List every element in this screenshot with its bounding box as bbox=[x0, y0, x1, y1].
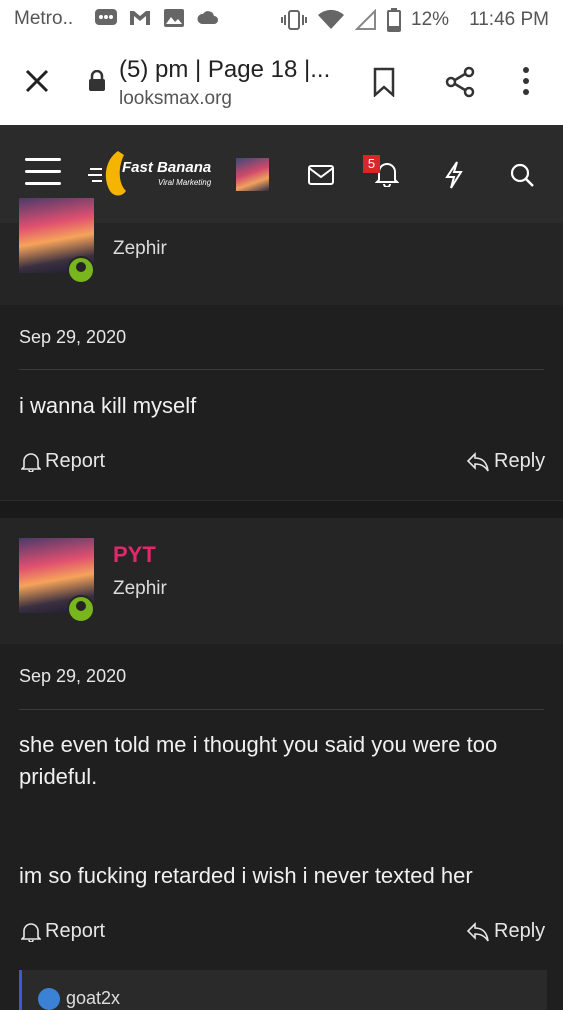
image-icon bbox=[164, 9, 184, 27]
lightning-icon[interactable] bbox=[444, 161, 464, 189]
wifi-icon bbox=[318, 9, 345, 29]
report-button[interactable]: Report bbox=[21, 920, 105, 943]
signal-icon bbox=[355, 9, 377, 30]
post-message-line: she even told me i thought you said you … bbox=[19, 732, 498, 789]
reply-button[interactable]: Reply bbox=[466, 450, 545, 473]
notification-icons bbox=[94, 7, 220, 29]
gmail-icon bbox=[130, 11, 150, 25]
bell-icon bbox=[21, 922, 41, 942]
user-title: Zephir bbox=[113, 578, 167, 599]
notification-badge: 5 bbox=[363, 155, 380, 173]
divider bbox=[19, 709, 544, 710]
report-button[interactable]: Report bbox=[21, 450, 105, 473]
post-header: Zephir bbox=[0, 198, 563, 305]
bell-icon bbox=[21, 452, 41, 472]
site-logo[interactable]: Fast Banana Viral Marketing bbox=[88, 147, 220, 199]
reply-button[interactable]: Reply bbox=[466, 920, 545, 943]
report-label: Report bbox=[45, 920, 106, 942]
divider bbox=[19, 369, 544, 370]
clock: 11:46 PM bbox=[469, 9, 549, 30]
menu-icon[interactable] bbox=[25, 158, 61, 188]
quote-author: goat2x bbox=[66, 988, 121, 1008]
browser-toolbar: (5) pm | Page 18 |... looksmax.org bbox=[0, 38, 563, 125]
more-icon[interactable] bbox=[520, 66, 532, 96]
online-status-icon bbox=[67, 256, 95, 284]
account-avatar[interactable] bbox=[236, 158, 269, 191]
post-header: PYT Zephir bbox=[0, 518, 563, 644]
battery-level: 12% bbox=[411, 9, 450, 30]
logo-tagline: Viral Marketing bbox=[158, 178, 212, 187]
reply-label: Reply bbox=[494, 920, 546, 942]
chat-icon bbox=[95, 9, 117, 25]
post-message-line: im so fucking retarded i wish i never te… bbox=[19, 863, 473, 888]
share-icon[interactable] bbox=[444, 66, 476, 98]
bookmark-icon[interactable] bbox=[372, 67, 396, 97]
inbox-icon[interactable] bbox=[308, 165, 334, 185]
logo-name: Fast Banana bbox=[122, 159, 212, 176]
report-label: Report bbox=[45, 450, 106, 472]
battery-icon bbox=[387, 8, 402, 32]
post-pointer bbox=[42, 293, 70, 305]
reply-icon bbox=[466, 921, 489, 941]
post-message: i wanna kill myself bbox=[19, 393, 197, 418]
carrier-label: Metro.. bbox=[14, 8, 74, 29]
user-title: Zephir bbox=[113, 238, 167, 259]
quote-block[interactable]: goat2x bbox=[19, 970, 547, 1010]
page-title: (5) pm | Page 18 |... bbox=[119, 56, 331, 83]
search-icon[interactable] bbox=[509, 162, 535, 188]
post-separator bbox=[0, 500, 563, 519]
post-pointer bbox=[42, 632, 70, 644]
post-date[interactable]: Sep 29, 2020 bbox=[19, 327, 126, 348]
cloud-icon bbox=[197, 11, 218, 24]
post-message: she even told me i thought you said you … bbox=[19, 729, 544, 892]
user-icon bbox=[38, 988, 60, 1010]
username[interactable]: PYT bbox=[113, 542, 156, 568]
status-bar: Metro.. 12% 11:46 PM bbox=[0, 0, 563, 38]
post-date[interactable]: Sep 29, 2020 bbox=[19, 666, 126, 687]
reply-label: Reply bbox=[494, 450, 546, 472]
page-url[interactable]: looksmax.org bbox=[119, 88, 232, 110]
vibrate-icon bbox=[281, 10, 308, 30]
lock-icon bbox=[89, 70, 105, 91]
online-status-icon bbox=[67, 595, 95, 623]
reply-icon bbox=[466, 451, 489, 471]
close-icon[interactable] bbox=[24, 68, 50, 94]
